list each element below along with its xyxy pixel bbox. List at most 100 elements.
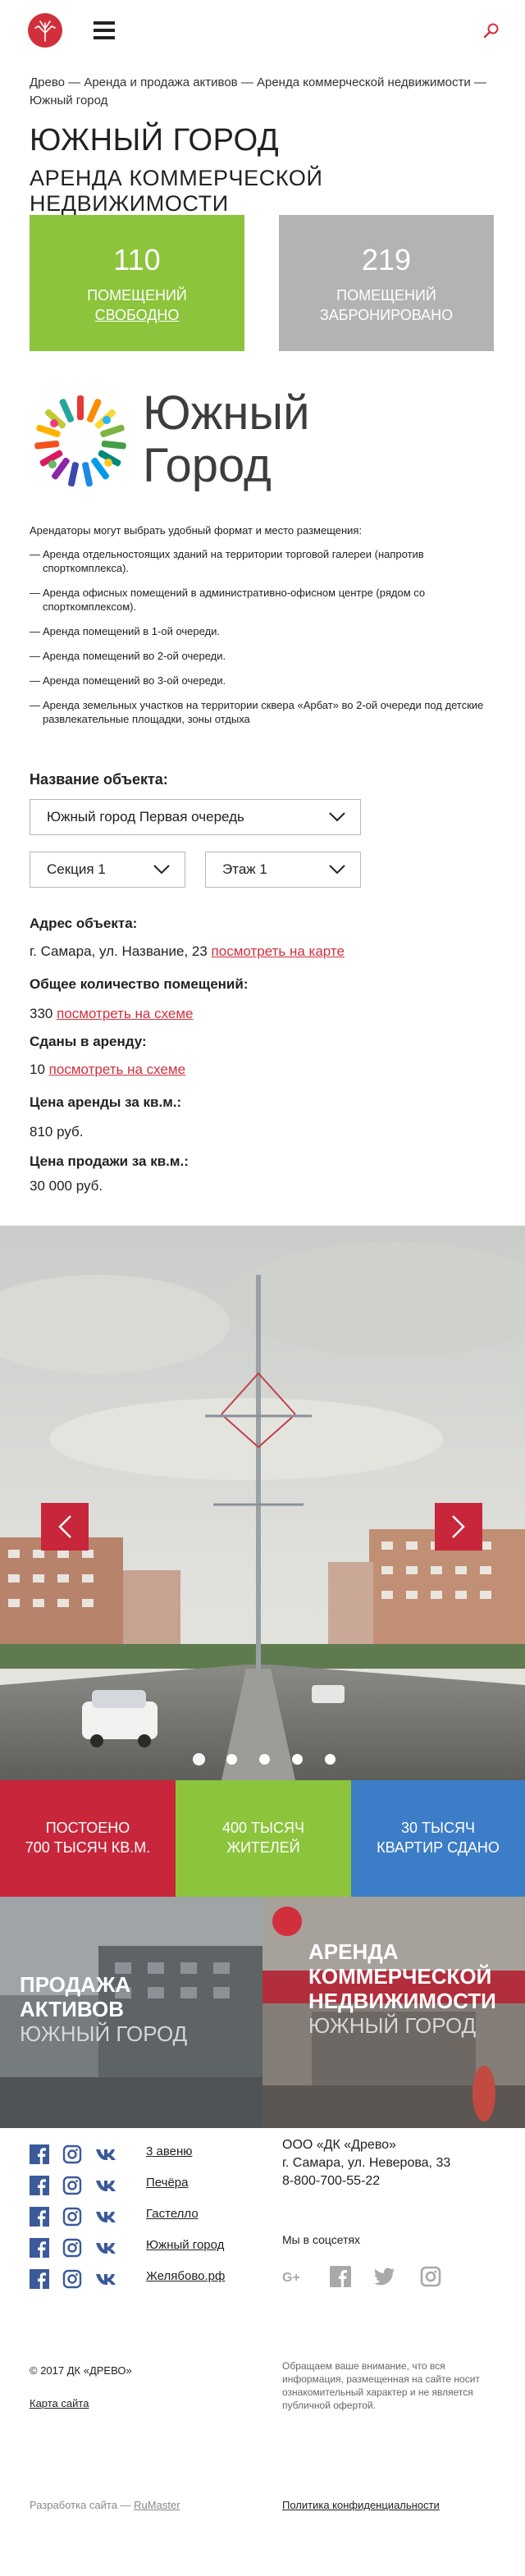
developer-prefix: Разработка сайта — <box>30 2499 131 2511</box>
promo-asset-line2: АКТИВОВ <box>20 1997 124 2021</box>
sale-price-value: 30 000 руб. <box>30 1178 103 1194</box>
promo-asset-line1: ПРОДАЖА <box>20 1972 131 1997</box>
floor-select-value: Этаж 1 <box>222 861 267 877</box>
company-logo[interactable] <box>28 13 62 48</box>
hamburger-icon-bar <box>94 36 115 39</box>
slider-prev-button[interactable] <box>41 1503 89 1551</box>
footer-project-link[interactable]: Печёра <box>146 2176 188 2190</box>
privacy-policy-link[interactable]: Политика конфиденциальности <box>282 2499 440 2511</box>
stat-booked-premises: 219 ПОМЕЩЕНИЙ ЗАБРОНИРОВАНО <box>279 215 494 351</box>
map-link[interactable]: посмотреть на карте <box>212 943 345 959</box>
hamburger-icon-bar <box>94 29 115 32</box>
total-scheme-link[interactable]: посмотреть на схеме <box>57 1006 193 1021</box>
kpi-residents-line2: ЖИТЕЛЕЙ <box>226 1839 300 1856</box>
instagram-icon[interactable] <box>420 2266 441 2287</box>
kpi-built-area: ПОСТОЕНО 700 ТЫСЯЧ КВ.М. <box>0 1780 176 1897</box>
company-info: ООО «ДК «Древо» г. Самара, ул. Неверова,… <box>282 2136 450 2190</box>
chevron-right-icon <box>452 1515 465 1538</box>
rented-scheme-link[interactable]: посмотреть на схеме <box>49 1062 185 1077</box>
rented-row: 10 посмотреть на схеме <box>30 1062 185 1078</box>
company-name: ООО «ДК «Древо» <box>282 2138 396 2152</box>
kpi-built-line1: ПОСТОЕНО <box>45 1820 130 1836</box>
hamburger-menu-button[interactable] <box>94 21 115 39</box>
disclaimer-notice: Обращаем ваше внимание, что вся информац… <box>282 2360 480 2411</box>
company-phone[interactable]: 8-800-700-55-22 <box>282 2172 450 2190</box>
kpi-apartments-line2: КВАРТИР СДАНО <box>377 1839 500 1856</box>
facebook-icon[interactable] <box>30 2176 49 2195</box>
stat-booked-sub: ЗАБРОНИРОВАНО <box>319 307 454 323</box>
footer-project-link[interactable]: 3 авеню <box>146 2144 193 2158</box>
slider-dot[interactable] <box>194 1754 204 1765</box>
address-value: г. Самара, ул. Название, 23 <box>30 943 208 959</box>
rented-label: Сданы в аренду: <box>30 1034 147 1049</box>
promo-rent-title: АРЕНДА КОММЕРЧЕСКОЙ НЕДВИЖИМОСТИ ЮЖНЫЙ Г… <box>308 1939 496 2038</box>
page-subtitle: АРЕНДА КОММЕРЧЕСКОЙ НЕДВИЖИМОСТИ <box>30 166 323 216</box>
object-select-value: Южный город Первая очередь <box>47 809 244 824</box>
facebook-icon[interactable] <box>30 2144 49 2164</box>
list-item: Аренда офисных помещений в административ… <box>30 586 489 614</box>
stat-booked-number: 219 <box>361 243 412 276</box>
address-label: Адрес объекта: <box>30 916 138 931</box>
list-item: Аренда помещений во 2-ой очереди. <box>30 649 489 663</box>
slider-dot[interactable] <box>226 1754 237 1765</box>
kpi-residents-line1: 400 ТЫСЯЧ <box>222 1820 304 1836</box>
slider-dot[interactable] <box>325 1754 336 1765</box>
slider-dots <box>194 1754 341 1765</box>
breadcrumb[interactable]: Древо — Аренда и продажа активов — Аренд… <box>30 74 505 110</box>
chevron-left-icon <box>58 1515 71 1538</box>
vk-icon[interactable] <box>95 2207 118 2227</box>
facebook-icon[interactable] <box>30 2238 49 2258</box>
instagram-icon[interactable] <box>62 2176 82 2195</box>
project-logo-line1: Южный <box>143 386 310 440</box>
chevron-down-icon <box>329 865 345 875</box>
facebook-icon[interactable] <box>30 2207 49 2227</box>
footer-project-link[interactable]: Гастелло <box>146 2207 199 2221</box>
instagram-icon[interactable] <box>62 2144 82 2164</box>
promo-rent-line3: НЕДВИЖИМОСТИ <box>308 1989 496 2013</box>
kpi-built-line2: 700 ТЫСЯЧ КВ.М. <box>25 1839 151 1856</box>
developer-credit: Разработка сайта — RuMaster <box>30 2499 180 2511</box>
google-plus-icon[interactable]: G+ <box>282 2266 304 2287</box>
instagram-icon[interactable] <box>62 2269 82 2289</box>
slider-next-button[interactable] <box>435 1503 482 1551</box>
intro-text: Арендаторы могут выбрать удобный формат … <box>30 523 489 737</box>
floor-select[interactable]: Этаж 1 <box>205 852 361 888</box>
colorful-burst-icon <box>34 395 126 487</box>
facebook-icon[interactable] <box>30 2269 49 2289</box>
tree-icon <box>34 21 56 42</box>
object-select[interactable]: Южный город Первая очередь <box>30 799 361 835</box>
sale-price-label: Цена продажи за кв.м.: <box>30 1153 189 1169</box>
list-item: Аренда отдельностоящих зданий на террито… <box>30 547 489 575</box>
hamburger-icon-bar <box>94 21 115 25</box>
footer-project-link[interactable]: Южный город <box>146 2238 224 2252</box>
vk-icon[interactable] <box>95 2176 118 2195</box>
total-value: 330 <box>30 1006 53 1021</box>
section-select[interactable]: Секция 1 <box>30 852 185 888</box>
developer-link[interactable]: RuMaster <box>134 2499 180 2511</box>
promo-rent-sub: ЮЖНЫЙ ГОРОД <box>308 2013 477 2038</box>
project-logo-text: Южный Город <box>143 387 310 492</box>
rent-price-label: Цена аренды за кв.м.: <box>30 1094 182 1110</box>
vk-icon[interactable] <box>95 2238 118 2258</box>
kpi-apartments: 30 ТЫСЯЧ КВАРТИР СДАНО <box>351 1780 525 1897</box>
promo-asset-sub: ЮЖНЫЙ ГОРОД <box>20 2021 188 2046</box>
stat-free-link[interactable]: СВОБОДНО <box>30 305 244 325</box>
instagram-icon[interactable] <box>62 2238 82 2258</box>
slider-dot[interactable] <box>292 1754 303 1765</box>
footer-project-link[interactable]: Желябово.рф <box>146 2269 225 2283</box>
list-item: Аренда помещений во 3-ой очереди. <box>30 674 489 687</box>
promo-commercial-rent[interactable]: АРЕНДА КОММЕРЧЕСКОЙ НЕДВИЖИМОСТИ ЮЖНЫЙ Г… <box>262 1897 525 2128</box>
sitemap-link[interactable]: Карта сайта <box>30 2397 89 2409</box>
intro-lead: Арендаторы могут выбрать удобный формат … <box>30 524 363 537</box>
promo-asset-sale[interactable]: ПРОДАЖА АКТИВОВ ЮЖНЫЙ ГОРОД <box>0 1897 262 2128</box>
slider-dot[interactable] <box>259 1754 270 1765</box>
vk-icon[interactable] <box>95 2269 118 2289</box>
twitter-icon[interactable] <box>374 2266 395 2287</box>
instagram-icon[interactable] <box>62 2207 82 2227</box>
project-logo-line2: Город <box>143 439 272 492</box>
stat-free-premises[interactable]: 110 ПОМЕЩЕНИЙ СВОБОДНО <box>30 215 244 351</box>
search-button[interactable] <box>482 21 500 39</box>
facebook-icon[interactable] <box>330 2266 351 2287</box>
vk-icon[interactable] <box>95 2144 118 2164</box>
section-select-value: Секция 1 <box>47 861 106 877</box>
